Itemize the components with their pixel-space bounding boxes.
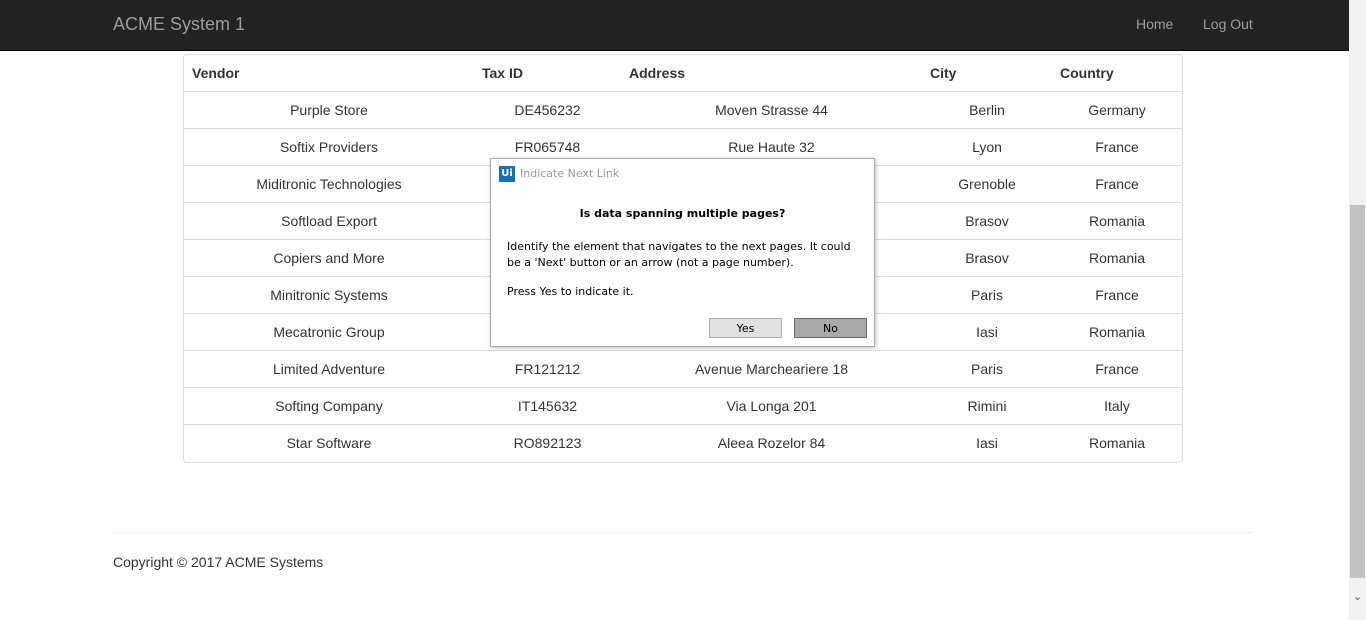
no-button[interactable]: No [794,318,867,338]
vendor-cell: Copiers and More [184,239,474,277]
vendor-cell: Limited Adventure [184,350,474,388]
city-cell: Brasov [922,239,1052,277]
indicate-next-link-dialog: Ui Indicate Next Link Is data spanning m… [490,158,875,347]
country-cell: Italy [1052,387,1182,425]
uipath-logo-icon: Ui [499,166,515,182]
country-cell: France [1052,165,1182,203]
table-row: Purple Store DE456232 Moven Strasse 44 Berl… [184,91,1182,129]
country-cell: Romania [1052,239,1182,277]
address-cell: Moven Strasse 44 [621,91,922,129]
header-vendor: Vendor [184,55,474,92]
city-cell: Paris [922,276,1052,314]
vendor-cell: Miditronic Technologies [184,165,474,203]
city-cell: Iasi [922,313,1052,351]
country-cell: Romania [1052,202,1182,240]
country-cell: France [1052,350,1182,388]
dialog-heading: Is data spanning multiple pages? [579,207,786,220]
vendor-cell: Softix Providers [184,128,474,166]
vendor-cell: Mecatronic Group [184,313,474,351]
country-cell: Romania [1052,424,1182,461]
vendor-cell: Minitronic Systems [184,276,474,314]
address-cell: Avenue Marcheariere 18 [621,350,922,388]
vendor-cell: Softload Export [184,202,474,240]
copyright-text: Copyright © 2017 ACME Systems [113,554,324,570]
city-cell: Grenoble [922,165,1052,203]
table-row: Limited Adventure FR121212 Avenue Marchear… [184,350,1182,388]
footer-divider [113,532,1253,533]
tax-id-cell: DE456232 [474,91,621,129]
vendor-cell: Star Software [184,424,474,461]
city-cell: Rimini [922,387,1052,425]
country-cell: Romania [1052,313,1182,351]
address-cell: Aleea Rozelor 84 [621,424,922,461]
header-tax-id: Tax ID [474,55,621,92]
header-city: City [922,55,1052,92]
dialog-title: Indicate Next Link [520,167,620,180]
country-cell: France [1052,276,1182,314]
tax-id-cell: IT145632 [474,387,621,425]
city-cell: Lyon [922,128,1052,166]
scrollbar-thumb[interactable] [1350,205,1365,578]
vendor-cell: Purple Store [184,91,474,129]
city-cell: Brasov [922,202,1052,240]
country-cell: Germany [1052,91,1182,129]
city-cell: Paris [922,350,1052,388]
yes-button[interactable]: Yes [709,318,782,338]
tax-id-cell: RO892123 [474,424,621,461]
city-cell: Berlin [922,91,1052,129]
vertical-scrollbar[interactable]: ⌄ [1349,0,1366,620]
scroll-down-arrow-icon[interactable]: ⌄ [1349,589,1366,606]
table-row: Star Software RO892123 Aleea Rozelor 84 Ias… [184,424,1182,461]
table-row: Softing Company IT145632 Via Longa 201 Rimi… [184,387,1182,425]
address-cell: Via Longa 201 [621,387,922,425]
nav-logout-link[interactable]: Log Out [1203,16,1253,32]
vendor-cell: Softing Company [184,387,474,425]
tax-id-cell: FR121212 [474,350,621,388]
dialog-hint: Press Yes to indicate it. [507,285,634,298]
header-country: Country [1052,55,1182,92]
table-header-row: Vendor Tax ID Address City Country [184,55,1182,92]
city-cell: Iasi [922,424,1052,461]
country-cell: France [1052,128,1182,166]
brand-link[interactable]: ACME System 1 [113,14,245,35]
dialog-body: Identify the element that navigates to t… [507,240,851,269]
navbar: ACME System 1 Home Log Out [0,0,1349,51]
header-address: Address [621,55,922,92]
nav-home-link[interactable]: Home [1136,16,1173,32]
